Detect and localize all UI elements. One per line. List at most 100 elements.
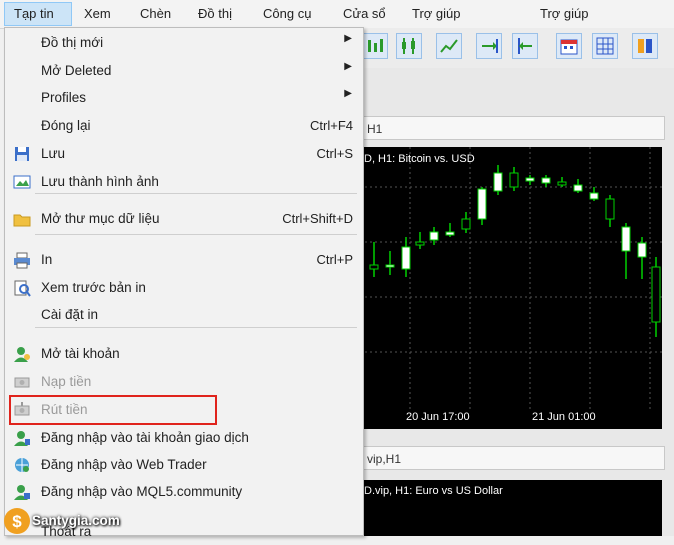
menu-item-13[interactable]: Đăng nhập vào tài khoản giao dịch — [5, 425, 361, 451]
bar-chart-button[interactable] — [362, 33, 388, 59]
menu-help-duplicate[interactable]: Trợ giúp — [540, 6, 589, 21]
candlestick-icon — [402, 38, 415, 54]
menu-bar: Tạp tin Xem Chèn Đồ thị Công cụ Cửa sổ T… — [0, 0, 674, 29]
templates-button[interactable] — [632, 33, 658, 59]
chart-1-time-label-1: 20 Jun 17:00 — [406, 411, 470, 423]
watermark-text: Santygia.com — [32, 513, 120, 528]
menu-item-label: Lưu thành hình ảnh — [41, 174, 159, 189]
folder-icon — [13, 214, 31, 227]
periods-button[interactable] — [556, 33, 582, 59]
candle-body — [621, 226, 631, 252]
menu-window[interactable]: Cửa sổ — [343, 6, 386, 21]
menu-help[interactable]: Trợ giúp — [412, 6, 461, 21]
templates-icon — [638, 39, 652, 53]
candle-body — [477, 188, 487, 220]
menu-item-14[interactable]: Đăng nhập vào Web Trader — [5, 452, 361, 478]
candle-body — [385, 264, 395, 268]
line-chart-icon — [440, 39, 458, 53]
candle-body — [589, 192, 599, 200]
candle-body — [369, 264, 379, 270]
grid-icon — [596, 37, 614, 55]
save-icon — [15, 147, 29, 161]
menu-file[interactable]: Tạp tin — [14, 6, 54, 21]
menu-item-label: Mở Deleted — [41, 63, 112, 78]
auto-scroll-icon — [482, 39, 498, 53]
menu-item-10[interactable]: Mở tài khoản — [5, 341, 361, 367]
chart-window-2-title[interactable]: vip,H1 — [360, 446, 665, 470]
menu-item-label: Xem trước bản in — [41, 280, 146, 295]
menu-item-8[interactable]: Xem trước bản in — [5, 275, 361, 301]
menu-item-shortcut: Ctrl+Shift+D — [282, 211, 353, 226]
menu-item-label: Nạp tiền — [41, 374, 92, 389]
menu-item-7[interactable]: In Ctrl+P — [5, 247, 361, 273]
menu-item-label: Đăng nhập vào Web Trader — [41, 457, 207, 472]
menu-item-label: Đăng nhập vào tài khoản giao dịch — [41, 430, 249, 445]
menu-item-label: Mở thư mục dữ liệu — [41, 211, 160, 226]
menu-separator — [35, 234, 357, 235]
menu-item-label: Đồ thị mới — [41, 35, 104, 50]
chart-shift-button[interactable] — [512, 33, 538, 59]
menu-item-2[interactable]: Profiles ▶ — [5, 85, 361, 111]
candle-body — [401, 246, 411, 270]
svg-text:$: $ — [12, 512, 22, 531]
bar-chart-icon — [368, 39, 383, 52]
menu-tools[interactable]: Công cụ — [263, 6, 311, 21]
mql5-icon — [14, 485, 30, 500]
deposit-icon — [14, 377, 30, 388]
menu-insert[interactable]: Chèn — [140, 6, 171, 21]
menu-item-shortcut: Ctrl+P — [316, 252, 353, 267]
candle-body — [573, 184, 583, 192]
watermark: $ Santygia.com — [0, 504, 150, 536]
candlestick-chart-btcusd — [360, 147, 662, 409]
menu-item-9[interactable]: Cài đặt in — [5, 302, 361, 328]
chart-window-2[interactable]: D.vip, H1: Euro vs US Dollar — [360, 480, 662, 536]
file-menu-dropdown: Đồ thị mới ▶ Mở Deleted ▶ Profiles ▶ Đóng lại C… — [4, 27, 364, 539]
submenu-arrow-icon: ▶ — [344, 88, 352, 99]
print-preview-icon — [14, 280, 31, 297]
menu-item-label: Lưu — [41, 146, 66, 161]
auto-scroll-button[interactable] — [476, 33, 502, 59]
menu-view[interactable]: Xem — [84, 6, 111, 21]
candle-body — [525, 177, 535, 182]
line-chart-button[interactable] — [436, 33, 462, 59]
calendar-icon — [560, 39, 578, 55]
candle-body — [429, 231, 439, 241]
chart-window-1[interactable]: D, H1: Bitcoin vs. USD 20 Jun 17:00 21 J… — [360, 147, 662, 429]
chart-shift-icon — [518, 38, 532, 54]
open-account-icon — [14, 347, 30, 362]
menu-item-4[interactable]: Lưu Ctrl+S — [5, 141, 361, 167]
candle-body — [493, 172, 503, 192]
menu-item-label: Mở tài khoản — [41, 346, 120, 361]
withdraw-highlight-box — [9, 395, 217, 425]
submenu-arrow-icon: ▶ — [344, 61, 352, 72]
candlestick-button[interactable] — [396, 33, 422, 59]
menu-item-6[interactable]: Mở thư mục dữ liệu Ctrl+Shift+D — [5, 206, 361, 232]
menu-item-11: Nạp tiền — [5, 369, 361, 395]
menu-item-label: Profiles — [41, 90, 87, 105]
menu-item-label: Cài đặt in — [41, 307, 99, 322]
santygia-logo-icon: $ — [4, 508, 30, 534]
menu-item-3[interactable]: Đóng lại Ctrl+F4 — [5, 113, 361, 139]
menu-separator — [35, 193, 357, 194]
chart-2-symbol-label: D.vip, H1: Euro vs US Dollar — [364, 485, 503, 497]
candle-body — [461, 218, 471, 230]
menu-item-1[interactable]: Mở Deleted ▶ — [5, 58, 361, 84]
chart-window-1-title[interactable]: H1 — [360, 116, 665, 140]
menu-item-label: Đóng lại — [41, 118, 91, 133]
candle-body — [415, 241, 425, 246]
candle-body — [605, 198, 615, 220]
candle-body — [651, 266, 661, 323]
menu-item-label: In — [41, 252, 53, 267]
web-trader-icon — [15, 458, 29, 472]
menu-item-shortcut: Ctrl+S — [316, 146, 353, 161]
candle-body — [445, 231, 455, 236]
menu-item-shortcut: Ctrl+F4 — [310, 118, 353, 133]
save-image-icon — [13, 175, 31, 189]
chart-toolbar — [360, 28, 674, 69]
menu-item-15[interactable]: Đăng nhập vào MQL5.community — [5, 479, 361, 505]
menu-charts[interactable]: Đồ thị — [198, 6, 232, 21]
candle-body — [509, 172, 519, 188]
menu-item-5[interactable]: Lưu thành hình ảnh — [5, 169, 361, 195]
grid-button[interactable] — [592, 33, 618, 59]
menu-item-0[interactable]: Đồ thị mới ▶ — [5, 30, 361, 56]
